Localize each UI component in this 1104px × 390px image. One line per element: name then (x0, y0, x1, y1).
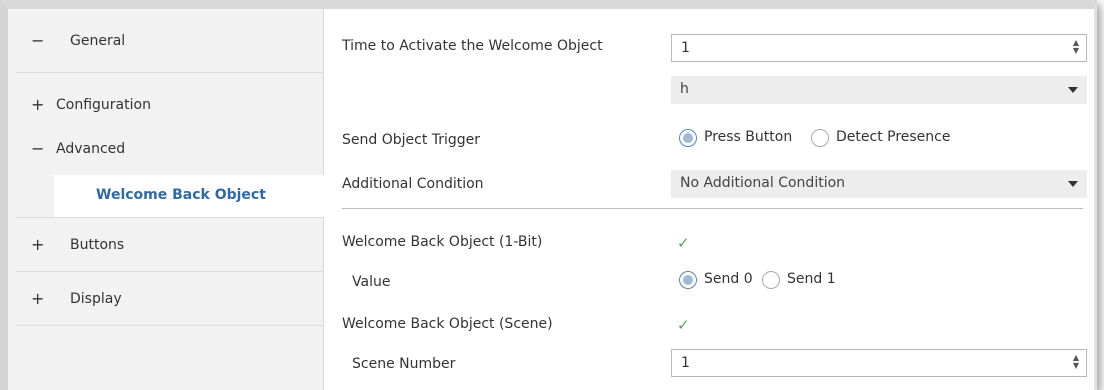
sidebar-item-advanced[interactable]: − Advanced (8, 127, 324, 167)
spinner-icon[interactable]: ▲ ▼ (1072, 354, 1080, 372)
radio-send-1[interactable] (762, 271, 780, 289)
onebit-checkbox[interactable]: ✓ (677, 236, 691, 251)
sidebar-item-welcome-back-object[interactable]: Welcome Back Object (54, 175, 324, 217)
collapse-icon: − (31, 139, 45, 158)
radio-label: Send 1 (787, 271, 836, 287)
radio-label: Detect Presence (836, 129, 951, 145)
condition-select[interactable]: No Additional Condition (671, 170, 1087, 198)
time-value: 1 (681, 40, 690, 56)
scene-number-value: 1 (681, 355, 690, 371)
time-unit-value: h (680, 81, 689, 97)
radio-detect-presence[interactable] (811, 129, 829, 147)
sidebar-item-label: General (70, 33, 126, 49)
section-divider (342, 208, 1083, 209)
expand-icon: + (31, 289, 45, 308)
collapse-icon: − (31, 31, 45, 50)
value-radio-group: Send 0 Send 1 (671, 271, 1087, 293)
time-input[interactable]: 1 ▲ ▼ (671, 34, 1087, 62)
sidebar-item-buttons[interactable]: + Buttons (8, 217, 324, 271)
sidebar-item-label: Buttons (70, 237, 125, 253)
radio-label: Press Button (704, 129, 793, 145)
spinner-icon[interactable]: ▲ ▼ (1072, 39, 1080, 57)
sidebar-item-general[interactable]: − General (8, 9, 324, 72)
scene-object-label: Welcome Back Object (Scene) (342, 316, 553, 332)
radio-label: Send 0 (704, 271, 753, 287)
time-label: Time to Activate the Welcome Object (342, 38, 603, 54)
expand-icon: + (31, 235, 45, 254)
scene-object-checkbox[interactable]: ✓ (677, 318, 691, 333)
scene-number-label: Scene Number (352, 356, 456, 372)
sidebar-item-label: Welcome Back Object (96, 187, 266, 203)
scene-number-input[interactable]: 1 ▲ ▼ (671, 349, 1087, 377)
trigger-label: Send Object Trigger (342, 132, 481, 148)
time-unit-select[interactable]: h (671, 76, 1087, 104)
condition-value: No Additional Condition (680, 175, 846, 191)
sidebar-item-label: Advanced (56, 141, 126, 157)
main-panel: Time to Activate the Welcome Object 1 ▲ ▼… (325, 9, 1094, 390)
sidebar-item-label: Configuration (56, 97, 151, 113)
sidebar: − General + Configuration − Advanced Wel… (8, 9, 324, 390)
sidebar-item-configuration[interactable]: + Configuration (8, 83, 324, 123)
trigger-radio-group: Press Button Detect Presence (671, 129, 1087, 151)
divider (16, 72, 324, 73)
onebit-label: Welcome Back Object (1-Bit) (342, 234, 543, 250)
condition-label: Additional Condition (342, 176, 484, 192)
chevron-down-icon (1068, 181, 1078, 187)
sidebar-item-display[interactable]: + Display (8, 271, 324, 325)
radio-send-0[interactable] (679, 271, 697, 289)
sidebar-item-label: Display (70, 291, 122, 307)
value-label: Value (352, 274, 391, 290)
chevron-down-icon (1068, 87, 1078, 93)
divider (16, 325, 324, 326)
expand-icon: + (31, 95, 45, 114)
radio-press-button[interactable] (679, 129, 697, 147)
